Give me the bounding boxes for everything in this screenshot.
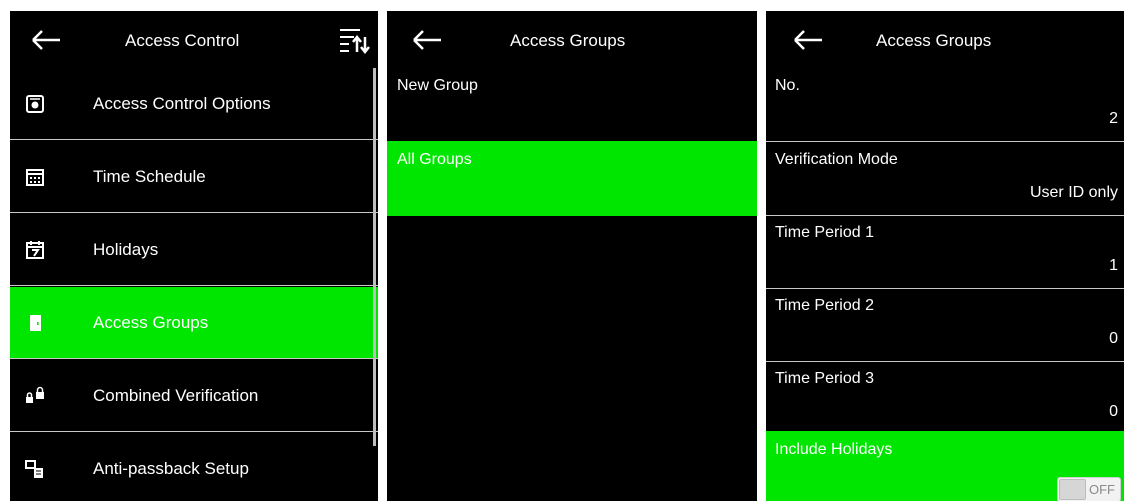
menu-item-time-schedule[interactable]: Time Schedule [10,141,378,213]
back-arrow-icon[interactable] [411,28,443,52]
field-include-holidays[interactable]: Include Holidays OFF [766,431,1124,501]
page-title: Access Groups [876,31,992,50]
menu-item-holidays[interactable]: Holidays [10,214,378,286]
header: Access Groups [387,11,757,68]
anti-passback-icon [25,460,43,478]
locks-icon [26,386,44,403]
field-verification-mode[interactable]: Verification Mode User ID only [766,141,1124,216]
field-time-period-1[interactable]: Time Period 1 1 [766,214,1124,289]
menu-item-combined-verification[interactable]: Combined Verification [10,360,378,432]
toggle-state-label: OFF [1089,482,1115,497]
menu-item-label: Anti-passback Setup [93,459,249,478]
field-label: No. [775,77,800,94]
field-label: Verification Mode [775,151,898,168]
list-item-label: All Groups [397,151,472,168]
menu-item-label: Combined Verification [93,386,259,405]
field-value: 0 [1109,330,1118,347]
menu-item-label: Access Control Options [93,94,271,113]
field-value: 0 [1109,403,1118,420]
field-value: User ID only [1029,184,1118,201]
back-arrow-icon[interactable] [792,28,824,52]
page-title: Access Control [125,31,240,50]
header: Access Control [10,11,378,68]
menu-item-label: Access Groups [93,313,209,332]
field-time-period-2[interactable]: Time Period 2 0 [766,287,1124,362]
toggle-knob [1059,479,1086,500]
field-number[interactable]: No. 2 [766,67,1124,142]
menu-item-label: Holidays [93,240,159,259]
field-label: Include Holidays [775,441,893,458]
list-item-new-group[interactable]: New Group [387,67,757,142]
list-item-all-groups[interactable]: All Groups [387,141,757,216]
page-title: Access Groups [510,31,626,50]
field-label: Time Period 3 [775,370,874,387]
access-group-detail-screen: Access Groups No. 2 Verification Mode Us… [766,11,1124,501]
access-control-screen: Access Control Access Control Options Ti… [10,11,378,501]
scrollbar[interactable] [373,68,376,446]
field-label: Time Period 2 [775,297,874,314]
header: Access Groups [766,11,1124,68]
back-arrow-icon[interactable] [30,28,62,52]
menu-item-access-groups[interactable]: Access Groups [10,287,378,359]
door-icon [30,315,41,331]
options-icon [26,95,44,113]
field-value: 1 [1109,257,1118,274]
field-value: 2 [1109,110,1118,127]
menu-item-anti-passback-setup[interactable]: Anti-passback Setup [10,433,378,501]
field-label: Time Period 1 [775,224,874,241]
access-groups-list-screen: Access Groups New Group All Groups [387,11,757,501]
field-time-period-3[interactable]: Time Period 3 0 [766,360,1124,435]
calendar-icon [26,169,44,186]
list-item-label: New Group [397,77,478,94]
sort-icon[interactable] [338,26,370,54]
include-holidays-toggle[interactable]: OFF [1057,477,1121,501]
menu-item-label: Time Schedule [93,167,206,186]
menu-item-access-control-options[interactable]: Access Control Options [10,68,378,140]
holiday-calendar-icon [26,241,44,259]
